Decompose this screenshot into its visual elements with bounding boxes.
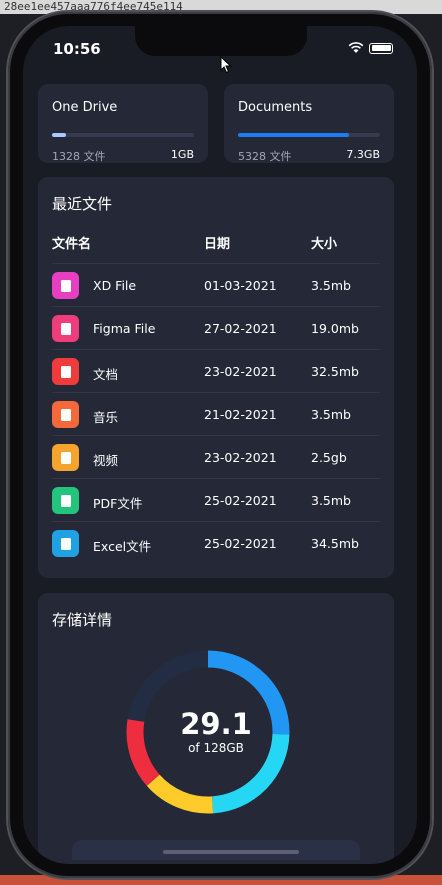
- file-date: 23-02-2021: [204, 364, 277, 379]
- home-indicator[interactable]: [163, 850, 299, 854]
- battery-icon: [369, 42, 393, 54]
- phone-frame: 10:56 One Drive 1328 文件 1GB Documents 53…: [8, 12, 432, 878]
- status-time: 10:56: [53, 40, 101, 58]
- file-date: 27-02-2021: [204, 321, 277, 336]
- file-name: 音乐: [93, 410, 119, 425]
- file-name: Figma File: [93, 321, 156, 336]
- pdf-file-icon: [52, 487, 79, 514]
- file-name: Excel文件: [93, 539, 152, 554]
- file-row[interactable]: PDF文件 25-02-2021 3.5mb: [52, 479, 380, 522]
- drive-file-count: 1328 文件: [52, 150, 106, 163]
- file-date: 25-02-2021: [204, 536, 277, 551]
- excel-file-icon: [52, 530, 79, 557]
- file-size: 3.5mb: [311, 493, 351, 508]
- document-icon: [52, 358, 79, 385]
- file-date: 01-03-2021: [204, 278, 277, 293]
- file-size: 34.5mb: [311, 536, 359, 551]
- column-header-name: 文件名: [52, 237, 92, 252]
- music-icon: [52, 401, 79, 428]
- storage-details-card: 存储详情 29.1 of 128GB: [38, 593, 394, 864]
- file-name: 视频: [93, 453, 119, 468]
- drive-name: One Drive: [52, 100, 118, 115]
- drive-usage-track: [52, 133, 194, 137]
- storage-used-value: 29.1: [180, 707, 252, 741]
- status-icons: [348, 42, 393, 54]
- donut-segment-3: [146, 774, 214, 814]
- file-row[interactable]: Excel文件 25-02-2021 34.5mb: [52, 522, 380, 565]
- file-size: 19.0mb: [311, 321, 359, 336]
- file-name: 文档: [93, 367, 119, 382]
- file-date: 21-02-2021: [204, 407, 277, 422]
- file-size: 2.5gb: [311, 450, 347, 465]
- storage-total-label: of 128GB: [188, 741, 244, 755]
- notch: [135, 26, 307, 56]
- drive-name: Documents: [238, 100, 313, 115]
- recent-files-title: 最近文件: [52, 195, 113, 213]
- drive-usage-fill: [52, 133, 67, 137]
- file-size: 3.5mb: [311, 278, 351, 293]
- file-size: 32.5mb: [311, 364, 359, 379]
- drive-size: 1GB: [170, 148, 194, 161]
- storage-details-title: 存储详情: [52, 611, 113, 629]
- drive-file-count: 5328 文件: [238, 150, 292, 163]
- file-row[interactable]: Figma File 27-02-2021 19.0mb: [52, 307, 380, 350]
- file-name: PDF文件: [93, 496, 143, 511]
- drive-size: 7.3GB: [346, 148, 380, 161]
- phone-screen: 10:56 One Drive 1328 文件 1GB Documents 53…: [23, 26, 417, 864]
- video-icon: [52, 444, 79, 471]
- mouse-cursor-icon: [220, 56, 232, 74]
- file-row[interactable]: 音乐 21-02-2021 3.5mb: [52, 393, 380, 436]
- drive-card-onedrive[interactable]: One Drive 1328 文件 1GB: [38, 84, 208, 163]
- file-row[interactable]: 视频 23-02-2021 2.5gb: [52, 436, 380, 479]
- column-header-size: 大小: [311, 237, 338, 252]
- file-date: 25-02-2021: [204, 493, 277, 508]
- file-row[interactable]: 文档 23-02-2021 32.5mb: [52, 350, 380, 393]
- column-header-date: 日期: [204, 237, 231, 252]
- drive-usage-fill: [238, 133, 349, 137]
- xd-file-icon: [52, 272, 79, 299]
- figma-file-icon: [52, 315, 79, 342]
- recent-files-card: 最近文件 文件名 日期 大小 XD File 01-03-2021 3.5mb Fig…: [38, 177, 394, 578]
- file-size: 3.5mb: [311, 407, 351, 422]
- file-date: 23-02-2021: [204, 450, 277, 465]
- drive-usage-track: [238, 133, 380, 137]
- file-name: XD File: [93, 278, 137, 293]
- wifi-icon: [348, 42, 364, 53]
- drive-card-documents[interactable]: Documents 5328 文件 7.3GB: [224, 84, 394, 163]
- file-row[interactable]: XD File 01-03-2021 3.5mb: [52, 264, 380, 307]
